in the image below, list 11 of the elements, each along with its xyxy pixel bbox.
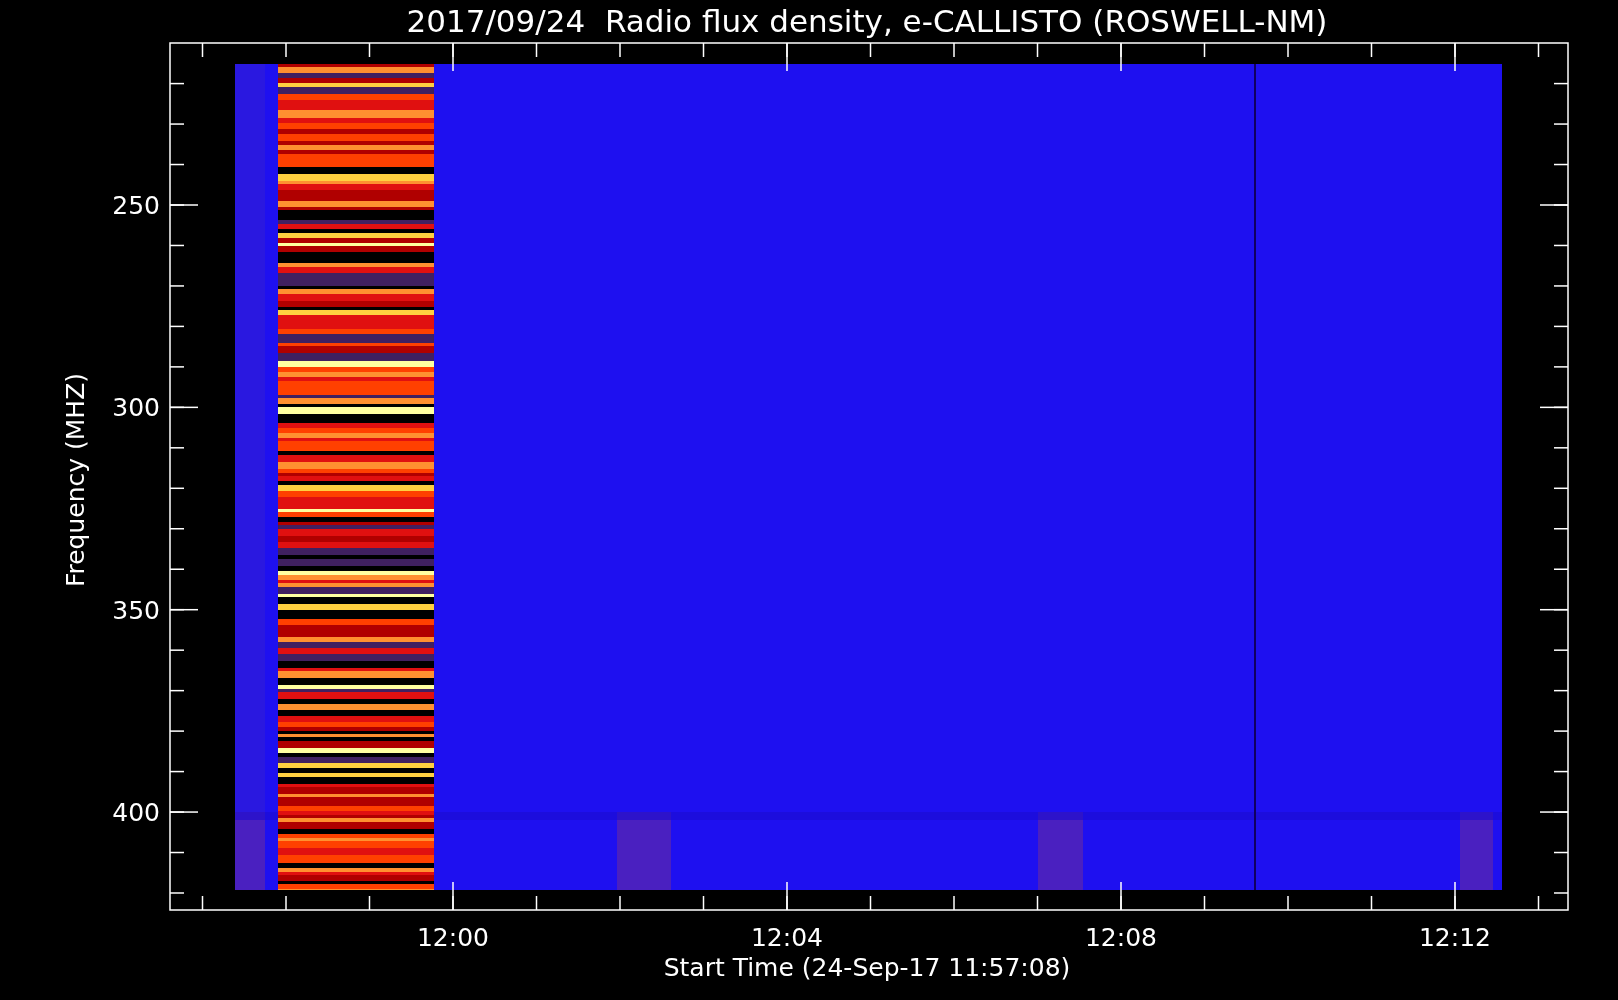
y-tick-label: 350 [112, 595, 160, 625]
x-axis-label: Start Time (24-Sep-17 11:57:08) [663, 953, 1071, 982]
x-tick-label: 12:08 [1085, 923, 1157, 952]
x-tick-label: 12:00 [417, 923, 489, 952]
plot-title: 2017/09/24 Radio flux density, e-CALLISTO (ROSWELL-NM) [406, 3, 1328, 39]
x-tick-label: 12:12 [1419, 923, 1491, 952]
y-tick-label: 250 [112, 191, 160, 220]
x-tick-label: 12:04 [751, 923, 823, 952]
y-tick-label: 400 [112, 798, 160, 828]
y-axis-label: Frequency (MHZ) [61, 372, 90, 588]
y-tick-label: 300 [112, 393, 160, 423]
